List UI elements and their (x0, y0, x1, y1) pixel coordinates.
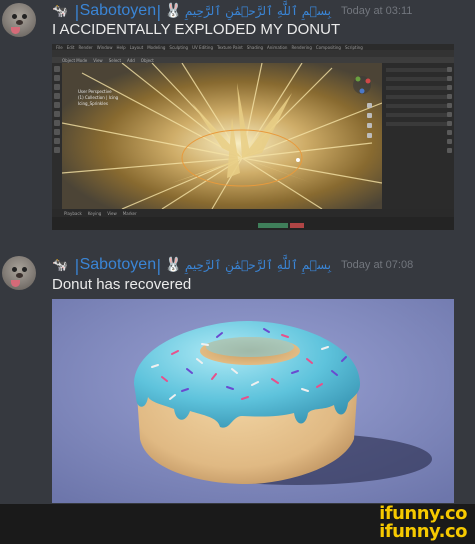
name-separator: | (156, 255, 162, 275)
avatar-eye-right (22, 14, 27, 19)
blender-3d-viewport: User Perspective (1) Collection | Icing … (62, 63, 382, 209)
name-separator: | (156, 1, 162, 21)
username-arabic-suffix[interactable]: بِسۡمِ ٱللَّهِ ٱلرَّحۡمَٰنِ ٱلرَّحِيمِ (185, 4, 331, 18)
cow-icon: 🐄 (52, 3, 69, 19)
username-arabic-suffix[interactable]: بِسۡمِ ٱللَّهِ ٱلرَّحۡمَٰنِ ٱلرَّحِيمِ (185, 258, 331, 272)
rabbit-icon: 🐰 (164, 257, 182, 273)
status-indicator-green (258, 223, 288, 228)
status-indicator-red (290, 223, 304, 228)
watermark-bar: ifunny.co ifunny.co (0, 504, 475, 544)
blender-screenshot-attachment[interactable]: File Edit Render Window Help Layout Modeling S… (52, 44, 454, 230)
viewport-info-overlay: User Perspective (1) Collection | Icing … (78, 89, 119, 106)
avatar-eye-left (12, 267, 17, 272)
message-text: Donut has recovered (52, 276, 192, 293)
rabbit-icon: 🐰 (164, 3, 182, 19)
avatar-nose (16, 273, 23, 278)
message-timestamp[interactable]: Today at 07:08 (341, 259, 413, 271)
avatar-nose (16, 20, 23, 25)
avatar-eye-right (22, 267, 27, 272)
avatar-tongue (11, 280, 20, 287)
username[interactable]: Sabotoyen (80, 2, 157, 20)
blender-tool-shelf (52, 63, 62, 209)
user-avatar[interactable] (2, 256, 36, 290)
cow-icon: 🐄 (52, 257, 69, 273)
donut-render-attachment[interactable] (52, 299, 454, 503)
message-header: 🐄 | Sabotoyen | 🐰 بِسۡمِ ٱللَّهِ ٱلرَّحۡ… (52, 255, 413, 275)
blender-timeline: Playback Keying View Marker (52, 209, 454, 217)
blender-toolbar (52, 50, 454, 57)
message-text: I ACCIDENTALLY EXPLODED MY DONUT (52, 21, 341, 38)
message-header: 🐄 | Sabotoyen | 🐰 بِسۡمِ ٱللَّهِ ٱلرَّحۡ… (52, 1, 412, 21)
avatar-tongue (11, 27, 20, 34)
ifunny-watermark: ifunny.co ifunny.co (379, 503, 467, 542)
message-timestamp[interactable]: Today at 03:11 (341, 5, 412, 17)
navigation-gizmo[interactable] (353, 76, 371, 94)
username[interactable]: Sabotoyen (80, 256, 157, 274)
blender-properties-panel (382, 63, 454, 209)
user-avatar[interactable] (2, 3, 36, 37)
avatar-eye-left (12, 14, 17, 19)
blender-status-bar (52, 217, 454, 230)
